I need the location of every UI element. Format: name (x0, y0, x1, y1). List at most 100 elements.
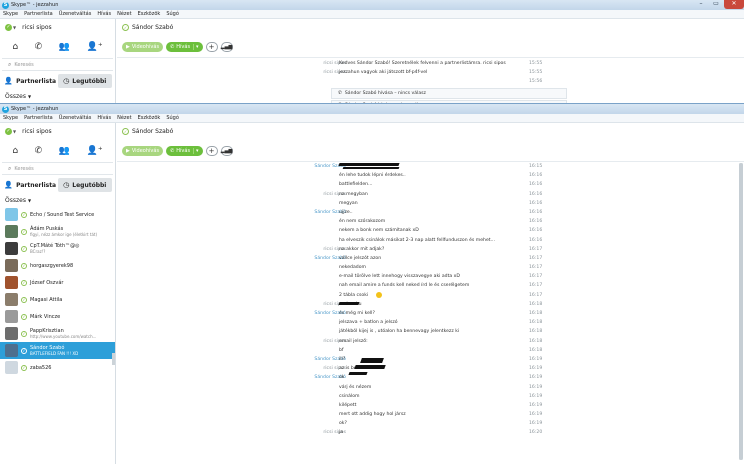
message-sender[interactable]: Sándor Szabó (226, 162, 346, 171)
menu-view[interactable]: Nézet (117, 11, 131, 17)
message-text: és még mi kell? (339, 311, 375, 316)
menu-tools[interactable]: Eszközök (138, 115, 161, 121)
search-box[interactable]: ⌕ Keresés (2, 58, 113, 71)
chevron-down-icon[interactable]: ▾ (193, 147, 199, 154)
sidebar-resize-handle[interactable] (112, 353, 115, 365)
message-sender[interactable]: ricsi sipos (226, 245, 346, 254)
search-box[interactable]: ⌕ Keresés (2, 162, 113, 175)
tab-contacts[interactable]: 👤 Partnerlista (3, 178, 58, 192)
call-quality-button[interactable]: ▂▄▆ (220, 41, 233, 52)
message-sender[interactable]: Sándor Szabó (226, 208, 346, 217)
filter-dropdown[interactable]: Összes ▼ (0, 195, 115, 206)
message-time: 16:18 (529, 320, 543, 326)
menu-contacts[interactable]: Partnerlista (24, 11, 53, 17)
group-icon[interactable]: 👥 (59, 146, 70, 156)
contact-item[interactable]: ✓ Magasi Attila (0, 291, 115, 308)
contact-item[interactable]: ✓ Sándor Szabó BATTLEFIELD FAN !!! XD (0, 342, 115, 359)
filter-label: Összes (5, 197, 26, 204)
profile-header[interactable]: ✓ ▼ ricsi sipos (0, 19, 115, 36)
tab-recent[interactable]: ◷ Legutóbbi (57, 74, 112, 88)
scrollbar-thumb[interactable] (739, 163, 743, 460)
sidebar-tabs: 👤 Partnerlista ◷ Legutóbbi (0, 71, 115, 91)
video-call-button[interactable]: ▶ Videohívás (122, 145, 164, 156)
message-sender[interactable]: Sándor Szabó (226, 355, 346, 364)
menu-contacts[interactable]: Partnerlista (24, 115, 53, 121)
chevron-down-icon[interactable]: ▼ (13, 129, 16, 134)
video-call-button[interactable]: ▶ Videohívás (122, 41, 164, 52)
menu-skype[interactable]: Skype (3, 11, 18, 17)
message-text: vállce jelszót azon (339, 255, 382, 261)
call-button[interactable]: ✆ Hívás ▾ (166, 41, 203, 52)
profile-header[interactable]: ✓ ▼ ricsi sipos (0, 123, 115, 140)
add-contact-icon[interactable]: 👤⁺ (87, 146, 103, 156)
contact-item[interactable]: ✓ József Oszvár (0, 274, 115, 291)
contact-item[interactable]: ✓ CpT.Máté Tóth™@◎ BCraz!? (0, 240, 115, 257)
group-icon[interactable]: 👥 (59, 42, 70, 52)
message-sender[interactable]: Sándor Szabó (226, 373, 346, 382)
contact-item[interactable]: ✓ PappKrisztian http://www.youtube.com/wat… (0, 325, 115, 342)
tab-contacts[interactable]: 👤 Partnerlista (3, 74, 58, 88)
message-sender[interactable]: ricsi sipos (226, 428, 346, 437)
menu-conversations[interactable]: Üzenetváltás (59, 115, 92, 121)
menu-bar: Skype Partnerlista Üzenetváltás Hívás Né… (0, 10, 744, 19)
add-button[interactable]: + (205, 145, 218, 156)
close-icon[interactable]: ✕ (724, 0, 744, 9)
menu-help[interactable]: Súgó (166, 115, 179, 121)
contact-item[interactable]: ✓ Ádám Puskás figyi, nézz ámkor ige (életk… (0, 223, 115, 240)
profile-name[interactable]: ricsi sipos (22, 128, 52, 135)
profile-name[interactable]: ricsi sipos (22, 24, 52, 31)
message-sender[interactable]: ricsi sipos (226, 364, 346, 373)
message-text: 2 tábla csoki (339, 292, 369, 298)
minimize-icon[interactable]: – (694, 0, 708, 9)
message-sender[interactable]: ricsi sipos (226, 190, 346, 199)
contact-status-icon: ✓ (21, 211, 27, 218)
tab-recent[interactable]: ◷ Legutóbbi (57, 178, 112, 192)
message-row: e-mail törölve lett innehogy visszavegye… (117, 272, 744, 281)
contact-item[interactable]: ✓ horgaszgyerek98 (0, 257, 115, 274)
contact-mood: figyi, nézz ámkor ige (életkirt tát) (30, 232, 98, 237)
message-time: 16:18 (529, 329, 543, 335)
message-row: megyan 16:16 (117, 199, 744, 208)
phone-icon[interactable]: ✆ (35, 146, 43, 156)
online-status-icon[interactable]: ✓ (5, 128, 12, 135)
message-text: Kedves Sándor Szabó! Szeretnélek felvenn… (339, 61, 506, 66)
message-sender[interactable]: ricsi sipos (226, 59, 346, 68)
menu-help[interactable]: Súgó (166, 11, 179, 17)
phone-icon[interactable]: ✆ (35, 42, 43, 52)
message-sender[interactable]: ricsi sipos (226, 300, 346, 309)
message-row: ricsi siposandesahu16:18 (117, 300, 744, 309)
menu-view[interactable]: Nézet (117, 115, 131, 121)
add-button[interactable]: + (205, 41, 218, 52)
menu-call[interactable]: Hívás (97, 11, 111, 17)
message-time: 15:55 (529, 70, 543, 76)
message-time: 16:17 (529, 274, 543, 280)
home-icon[interactable]: ⌂ (12, 146, 18, 156)
maximize-icon[interactable]: ▭ (709, 0, 723, 9)
chat-scrollbar[interactable] (739, 163, 743, 460)
filter-dropdown[interactable]: Összes ▼ (0, 91, 115, 102)
menu-call[interactable]: Hívás (97, 115, 111, 121)
menu-skype[interactable]: Skype (3, 115, 18, 121)
message-sender[interactable]: Sándor Szabó (226, 254, 346, 263)
message-row: ha elveszik csinálok másikat 2-3 nap ala… (117, 236, 744, 245)
online-status-icon[interactable]: ✓ (5, 24, 12, 31)
message-sender[interactable]: ricsi sipos (226, 68, 346, 77)
contact-item[interactable]: ✓ zaba526 (0, 359, 115, 376)
chevron-down-icon[interactable]: ▾ (193, 43, 199, 50)
contact-item[interactable]: ✓ Echo / Sound Test Service (0, 206, 115, 223)
avatar (5, 293, 18, 306)
contact-mood: http://www.youtube.com/watch... (30, 334, 97, 339)
contact-item[interactable]: ✓ Márk Vincze (0, 308, 115, 325)
chevron-down-icon[interactable]: ▼ (13, 25, 16, 30)
avatar (5, 361, 18, 374)
call-button[interactable]: ✆ Hívás ▾ (166, 145, 203, 156)
menu-tools[interactable]: Eszközök (138, 11, 161, 17)
call-quality-button[interactable]: ▂▄▆ (220, 145, 233, 156)
message-sender[interactable]: ricsi sipos (226, 337, 346, 346)
home-icon[interactable]: ⌂ (12, 42, 18, 52)
menu-conversations[interactable]: Üzenetváltás (59, 11, 92, 17)
message-time: 15:56 (529, 79, 543, 85)
missed-call-notice[interactable]: ✆Sándor Szabó hívása – nincs válasz (331, 87, 567, 99)
message-sender[interactable]: Sándor Szabó (226, 309, 346, 318)
add-contact-icon[interactable]: 👤⁺ (87, 42, 103, 52)
